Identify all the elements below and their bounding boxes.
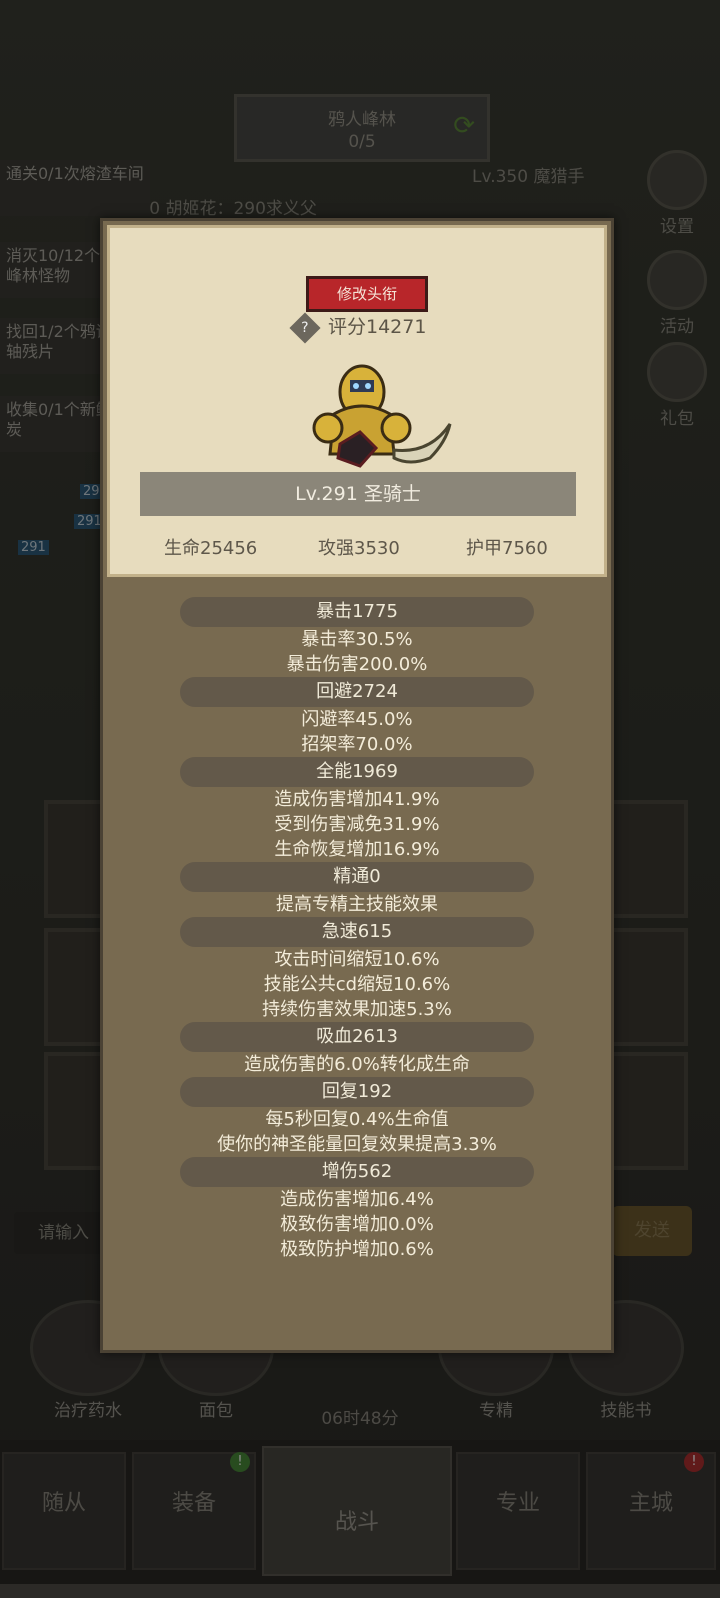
stat-detail: 暴击率30.5% [301,629,413,650]
hp-stat: 生命25456 [164,538,258,559]
score-text: 评分14271 [328,316,427,338]
stat-detail: 技能公共cd缩短10.6% [263,974,451,995]
stat-detail: 每5秒回复0.4%生命值 [265,1109,449,1130]
stat-group-header: 回复192 [180,1077,534,1107]
stat-group-header: 全能1969 [180,757,534,787]
stat-group: 回复192 每5秒回复0.4%生命值 使你的神圣能量回复效果提高3.3% [103,1077,611,1157]
stat-detail: 极致伤害增加0.0% [280,1214,434,1235]
secondary-stats-list: 暴击1775 暴击率30.5% 暴击伤害200.0% 回避2724 闪避率45.… [103,597,611,1262]
stat-group: 精通0 提高专精主技能效果 [103,862,611,917]
stat-detail: 攻击时间缩短10.6% [274,949,440,970]
help-icon[interactable]: ? [289,311,321,344]
level-class-bar: Lv.291 圣骑士 [140,472,576,516]
stat-group: 急速615 攻击时间缩短10.6% 技能公共cd缩短10.6% 持续伤害效果加速… [103,917,611,1022]
edit-title-button[interactable]: 修改头衔 [306,276,428,312]
stat-detail: 极致防护增加0.6% [280,1239,434,1260]
stat-group: 增伤562 造成伤害增加6.4% 极致伤害增加0.0% 极致防护增加0.6% [103,1157,611,1262]
stat-detail: 提高专精主技能效果 [276,894,438,915]
stat-group-header: 吸血2613 [180,1022,534,1052]
stat-detail: 生命恢复增加16.9% [274,839,440,860]
stat-group: 暴击1775 暴击率30.5% 暴击伤害200.0% [103,597,611,677]
stat-detail: 招架率70.0% [301,734,413,755]
paladin-avatar [312,364,452,468]
stat-detail: 暴击伤害200.0% [286,654,428,675]
armor-stat: 护甲7560 [466,538,548,559]
score-row: ? 评分14271 [289,311,427,344]
stat-group-header: 增伤562 [180,1157,534,1187]
stat-group: 吸血2613 造成伤害的6.0%转化成生命 [103,1022,611,1077]
stat-detail: 受到伤害减免31.9% [274,814,440,835]
stat-group-header: 急速615 [180,917,534,947]
base-stats-row: 生命25456 攻强3530 护甲7560 [110,534,604,562]
stat-group-header: 回避2724 [180,677,534,707]
stat-detail: 使你的神圣能量回复效果提高3.3% [217,1134,497,1155]
stat-group: 全能1969 造成伤害增加41.9% 受到伤害减免31.9% 生命恢复增加16.… [103,757,611,862]
stat-group: 回避2724 闪避率45.0% 招架率70.0% [103,677,611,757]
stat-group-header: 暴击1775 [180,597,534,627]
stat-detail: 闪避率45.0% [301,709,413,730]
stat-group-header: 精通0 [180,862,534,892]
stat-detail: 造成伤害增加41.9% [274,789,440,810]
character-card: 修改头衔 ? 评分14271 Lv.291 圣骑士 生命25456 攻强3530 … [107,225,607,577]
stat-detail: 持续伤害效果加速5.3% [262,999,452,1020]
stat-detail: 造成伤害增加6.4% [280,1189,434,1210]
character-info-dialog: 修改头衔 ? 评分14271 Lv.291 圣骑士 生命25456 攻强3530 … [100,218,614,1353]
stat-detail: 造成伤害的6.0%转化成生命 [244,1054,470,1075]
attack-stat: 攻强3530 [318,538,400,559]
